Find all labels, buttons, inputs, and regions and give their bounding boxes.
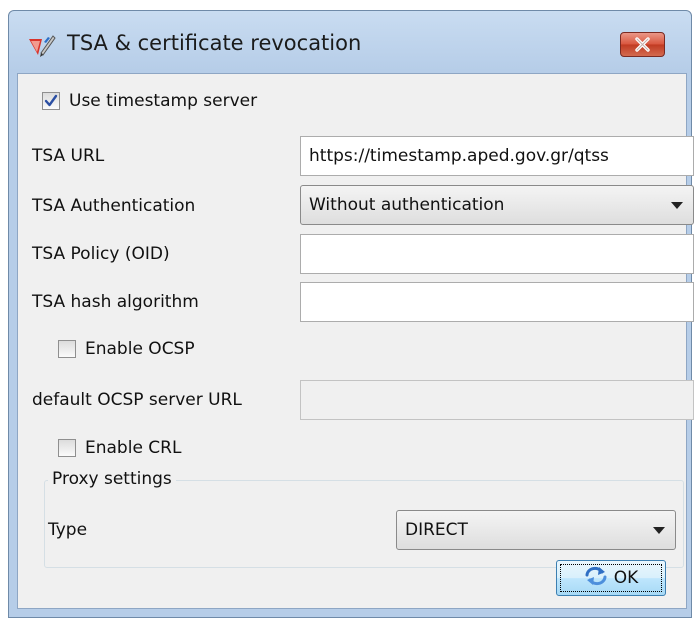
refresh-arrow-icon xyxy=(584,566,608,591)
tsa-hash-label: TSA hash algorithm xyxy=(32,292,199,312)
tsa-policy-input[interactable] xyxy=(300,234,694,274)
use-timestamp-label: Use timestamp server xyxy=(69,91,258,111)
enable-ocsp-checkbox[interactable] xyxy=(58,340,76,358)
enable-crl-checkbox-row[interactable]: Enable CRL xyxy=(58,438,181,458)
tsa-url-label: TSA URL xyxy=(32,146,105,166)
use-timestamp-checkbox-row[interactable]: Use timestamp server xyxy=(42,91,257,111)
tsa-authentication-label: TSA Authentication xyxy=(32,196,196,216)
use-timestamp-checkbox[interactable] xyxy=(42,92,60,110)
ocsp-url-input[interactable] xyxy=(300,380,694,420)
proxy-type-label: Type xyxy=(48,520,88,540)
dialog-window: TSA & certificate revocation Use timesta… xyxy=(8,10,694,618)
enable-crl-label: Enable CRL xyxy=(85,438,182,458)
ocsp-url-label: default OCSP server URL xyxy=(32,390,242,410)
close-button[interactable] xyxy=(620,32,665,57)
enable-ocsp-checkbox-row[interactable]: Enable OCSP xyxy=(58,339,195,359)
tsa-policy-label: TSA Policy (OID) xyxy=(32,244,170,264)
dialog-body: Use timestamp server TSA URL https://tim… xyxy=(17,73,694,609)
close-icon xyxy=(621,37,664,61)
proxy-type-value: DIRECT xyxy=(405,520,468,540)
checkmark-icon xyxy=(44,94,58,107)
proxy-type-select[interactable]: DIRECT xyxy=(396,510,676,550)
enable-crl-checkbox[interactable] xyxy=(58,439,76,457)
tsa-url-input[interactable]: https://timestamp.aped.gov.gr/qtss xyxy=(300,136,694,176)
enable-ocsp-label: Enable OCSP xyxy=(85,339,195,359)
chevron-down-icon xyxy=(653,527,665,534)
chevron-down-icon xyxy=(671,202,683,209)
proxy-settings-title: Proxy settings xyxy=(48,469,176,489)
tsa-authentication-value: Without authentication xyxy=(309,195,505,215)
pen-certificate-icon xyxy=(27,33,57,59)
ok-button[interactable]: OK xyxy=(556,560,666,596)
title-bar[interactable]: TSA & certificate revocation xyxy=(9,11,691,73)
tsa-hash-input[interactable] xyxy=(300,282,694,322)
tsa-authentication-select[interactable]: Without authentication xyxy=(300,185,694,225)
window-title: TSA & certificate revocation xyxy=(67,31,362,55)
ok-label: OK xyxy=(613,568,639,588)
